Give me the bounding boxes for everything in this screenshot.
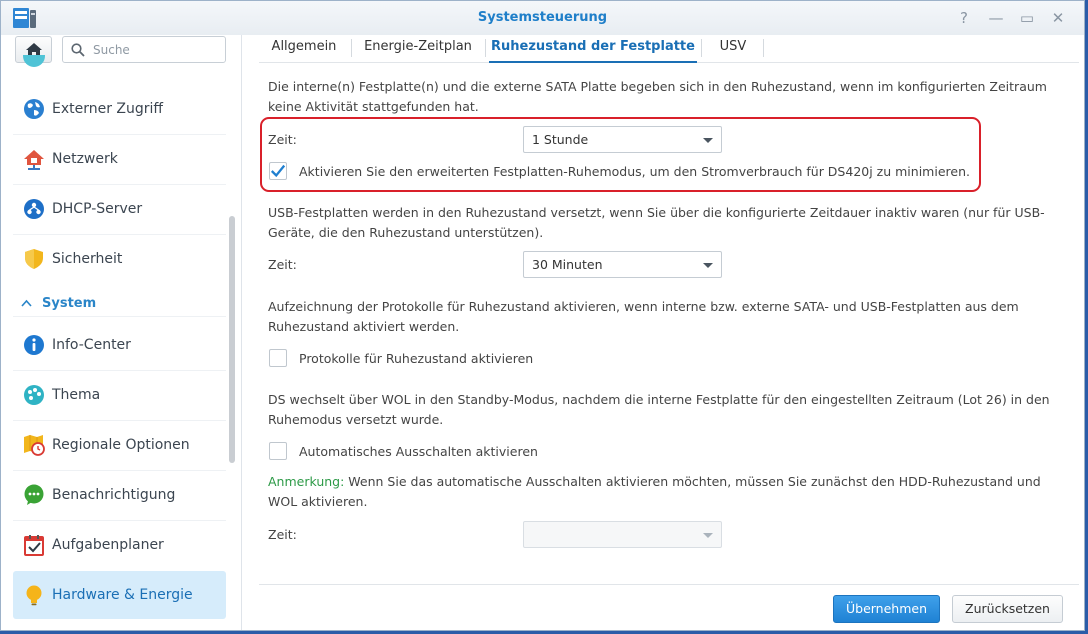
tab-divider bbox=[485, 39, 486, 57]
palette-icon bbox=[22, 383, 46, 407]
sidebar-item-partial[interactable] bbox=[23, 55, 153, 69]
dropdown-arrow-icon bbox=[703, 138, 713, 143]
sidebar-item-label: DHCP-Server bbox=[52, 201, 143, 217]
sidebar-item-regional-options[interactable]: Regionale Optionen bbox=[13, 421, 226, 469]
shutdown-time-select bbox=[523, 521, 722, 548]
checkmark-icon bbox=[270, 164, 286, 178]
map-clock-icon bbox=[22, 433, 46, 457]
checkbox-label: Aktivieren Sie den erweiterten Festplatt… bbox=[299, 163, 970, 179]
checkbox-label: Automatisches Ausschalten aktivieren bbox=[299, 443, 538, 459]
tab-disk-hibernation[interactable]: Ruhezustand der Festplatte bbox=[489, 35, 697, 63]
sidebar-item-notification[interactable]: Benachrichtigung bbox=[13, 471, 226, 519]
sidebar-item-external-access[interactable]: Externer Zugriff bbox=[13, 85, 226, 133]
note-body: Wenn Sie das automatische Ausschalten ak… bbox=[268, 474, 1041, 509]
log-checkbox-row[interactable]: Protokolle für Ruhezustand aktivieren bbox=[269, 348, 533, 368]
shield-icon bbox=[22, 247, 46, 271]
footer-divider bbox=[259, 584, 1079, 585]
calendar-check-icon bbox=[22, 533, 46, 557]
tab-energy-schedule[interactable]: Energie-Zeitplan bbox=[355, 35, 481, 63]
main-panel: Allgemein Energie-Zeitplan Ruhezustand d… bbox=[243, 35, 1084, 630]
close-button[interactable]: ✕ bbox=[1047, 7, 1069, 29]
select-value: 1 Stunde bbox=[532, 132, 589, 147]
minimize-button[interactable]: — bbox=[985, 7, 1007, 29]
sidebar-item-dhcp-server[interactable]: DHCP-Server bbox=[13, 185, 226, 233]
sidebar-item-label: Hardware & Energie bbox=[52, 587, 193, 603]
window-title: Systemsteuerung bbox=[477, 10, 608, 25]
dropdown-arrow-icon bbox=[703, 263, 713, 268]
sidebar-item-label: Info-Center bbox=[52, 337, 131, 353]
apply-button[interactable]: Übernehmen bbox=[833, 595, 940, 623]
minimize-icon: — bbox=[988, 9, 1004, 27]
checkbox-label: Protokolle für Ruhezustand aktivieren bbox=[299, 350, 534, 366]
auto-shutdown-checkbox-row[interactable]: Automatisches Ausschalten aktivieren bbox=[269, 441, 538, 461]
divider bbox=[13, 316, 226, 317]
title-bar[interactable]: Systemsteuerung ? — ▭ ✕ bbox=[1, 1, 1084, 35]
time-label: Zeit: bbox=[268, 257, 297, 272]
intro-text: Die interne(n) Festplatte(n) und die ext… bbox=[268, 79, 1047, 114]
close-icon: ✕ bbox=[1051, 9, 1065, 27]
chat-bubble-icon bbox=[22, 483, 46, 507]
sidebar-scrollbar[interactable] bbox=[229, 216, 235, 463]
usb-time-select[interactable]: 30 Minuten bbox=[523, 251, 722, 278]
select-value: 30 Minuten bbox=[532, 257, 603, 272]
hibernation-time-select[interactable]: 1 Stunde bbox=[523, 126, 722, 153]
wol-description: DS wechselt über WOL in den Standby-Modu… bbox=[268, 392, 1050, 427]
reset-button[interactable]: Zurücksetzen bbox=[952, 595, 1063, 623]
time-label: Zeit: bbox=[268, 132, 297, 147]
note-text: Anmerkung: Wenn Sie das automatische Aus… bbox=[268, 472, 1063, 512]
sidebar-item-task-scheduler[interactable]: Aufgabenplaner bbox=[13, 521, 226, 569]
sidebar-item-label: Regionale Optionen bbox=[52, 437, 190, 453]
time-label: Zeit: bbox=[268, 527, 297, 542]
tab-divider bbox=[701, 39, 702, 57]
lightbulb-icon bbox=[22, 583, 46, 607]
advanced-hibernation-checkbox[interactable] bbox=[269, 162, 287, 180]
house-network-icon bbox=[22, 147, 46, 171]
sidebar-item-security[interactable]: Sicherheit bbox=[13, 235, 226, 283]
auto-shutdown-checkbox[interactable] bbox=[269, 442, 287, 460]
dropdown-arrow-icon bbox=[703, 533, 713, 538]
dhcp-icon bbox=[22, 197, 46, 221]
tab-ups[interactable]: USV bbox=[705, 35, 761, 63]
maximize-icon: ▭ bbox=[1019, 9, 1035, 27]
maximize-button[interactable]: ▭ bbox=[1016, 7, 1038, 29]
tab-content: Die interne(n) Festplatte(n) und die ext… bbox=[259, 63, 1079, 581]
tab-general[interactable]: Allgemein bbox=[259, 35, 349, 63]
section-label: System bbox=[42, 295, 97, 311]
sidebar-item-hardware-energy[interactable]: Hardware & Energie bbox=[13, 571, 226, 619]
sidebar-item-network[interactable]: Netzwerk bbox=[13, 135, 226, 183]
globe-icon bbox=[22, 97, 46, 121]
tab-divider bbox=[763, 39, 764, 57]
usb-description: USB-Festplatten werden in den Ruhezustan… bbox=[268, 205, 1045, 240]
sidebar-item-label: Externer Zugriff bbox=[52, 101, 164, 117]
tab-divider bbox=[351, 39, 352, 57]
sidebar-item-info-center[interactable]: Info-Center bbox=[13, 321, 226, 369]
sidebar-item-label: Benachrichtigung bbox=[52, 487, 176, 503]
control-panel-window: Systemsteuerung ? — ▭ ✕ Externer Z bbox=[0, 0, 1085, 631]
partial-item-icon bbox=[23, 55, 45, 67]
tab-bar: Allgemein Energie-Zeitplan Ruhezustand d… bbox=[259, 35, 1079, 63]
log-description: Aufzeichnung der Protokolle für Ruhezust… bbox=[268, 299, 1019, 334]
help-button[interactable]: ? bbox=[953, 7, 975, 29]
sidebar-section-system[interactable]: System bbox=[13, 292, 226, 314]
sidebar-item-label: Netzwerk bbox=[52, 151, 118, 167]
chevron-up-icon bbox=[21, 297, 32, 310]
sidebar-item-label: Thema bbox=[52, 387, 101, 403]
sidebar: Externer Zugriff Netzwerk DHCP-Server Si… bbox=[1, 35, 242, 630]
info-icon bbox=[22, 333, 46, 357]
help-icon: ? bbox=[960, 9, 968, 27]
log-checkbox[interactable] bbox=[269, 349, 287, 367]
advanced-hibernation-checkbox-row[interactable]: Aktivieren Sie den erweiterten Festplatt… bbox=[269, 161, 970, 181]
sidebar-item-label: Aufgabenplaner bbox=[52, 537, 164, 553]
note-label: Anmerkung: bbox=[268, 474, 345, 489]
sidebar-item-theme[interactable]: Thema bbox=[13, 371, 226, 419]
sidebar-item-label: Sicherheit bbox=[52, 251, 123, 267]
